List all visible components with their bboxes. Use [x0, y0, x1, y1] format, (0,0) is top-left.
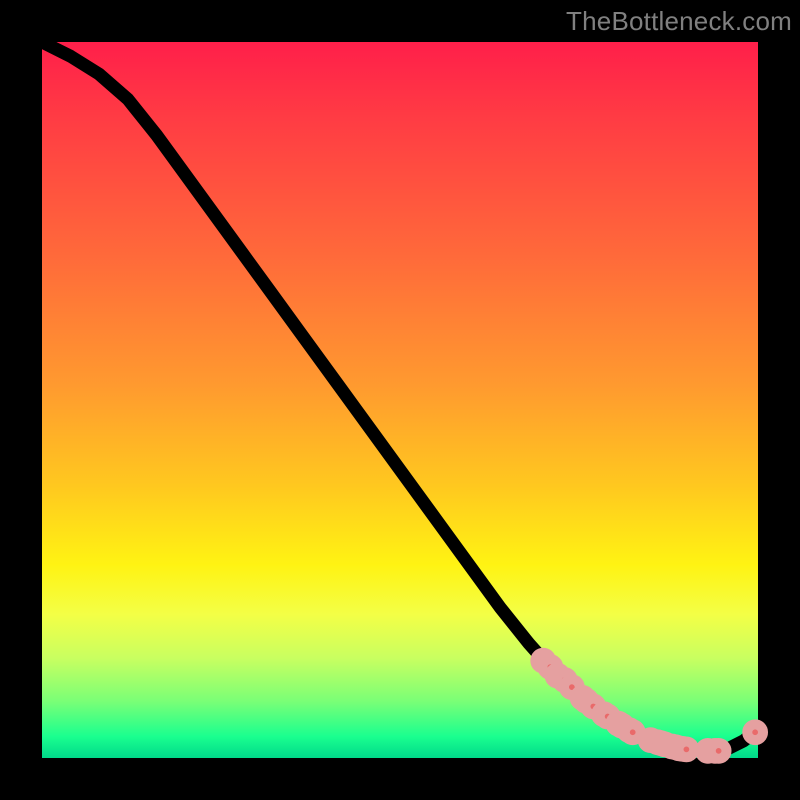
data-marker	[711, 743, 727, 759]
watermark-label: TheBottleneck.com	[566, 6, 792, 37]
data-marker	[679, 742, 695, 758]
chart-frame: TheBottleneck.com	[0, 0, 800, 800]
plot-overlay	[42, 42, 758, 758]
bottleneck-curve	[42, 42, 758, 751]
data-marker	[747, 724, 763, 740]
